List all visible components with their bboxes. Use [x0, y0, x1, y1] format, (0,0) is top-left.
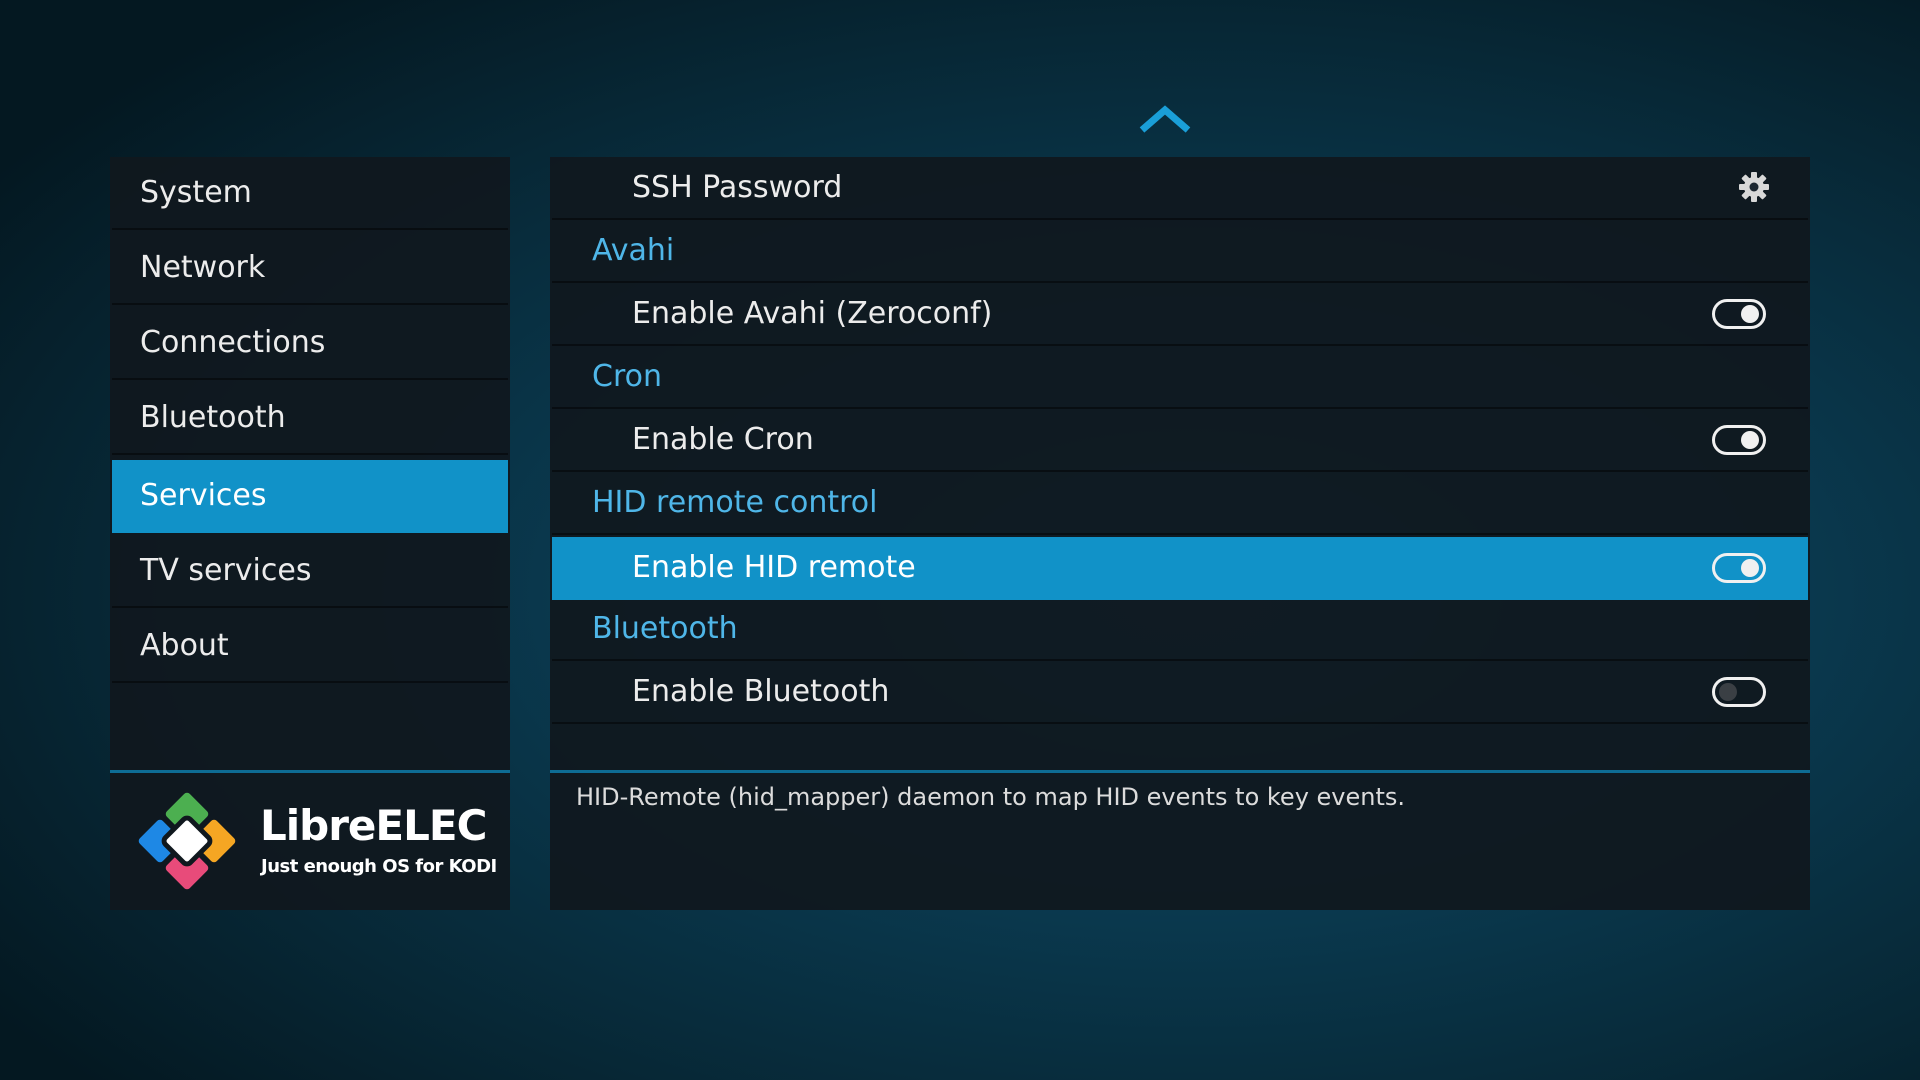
menu-item-label: Bluetooth [140, 400, 286, 435]
menu-item-label: About [140, 628, 229, 663]
enable-bluetooth-row[interactable]: Enable Bluetooth [552, 661, 1808, 724]
enable-cron-toggle[interactable] [1712, 425, 1766, 455]
enable-hid-remote-label: Enable HID remote [632, 550, 916, 585]
menu-item-label: TV services [140, 553, 312, 588]
enable-bluetooth-label: Enable Bluetooth [632, 674, 890, 709]
menu-item-network[interactable]: Network [112, 232, 508, 305]
enable-bluetooth-toggle[interactable] [1712, 677, 1766, 707]
settings-panel: SSH Password Avahi Enable Avahi (Zerocon… [550, 157, 1810, 770]
logo-title: LibreELEC [260, 801, 487, 850]
enable-cron-label: Enable Cron [632, 422, 814, 457]
menu-item-label: System [140, 175, 252, 210]
gear-icon[interactable] [1738, 171, 1770, 203]
menu-item-system[interactable]: System [112, 157, 508, 230]
description-area: HID-Remote (hid_mapper) daemon to map HI… [550, 773, 1810, 910]
enable-avahi-toggle[interactable] [1712, 299, 1766, 329]
ssh-password-label: SSH Password [632, 170, 843, 205]
section-header-label: Bluetooth [592, 611, 738, 646]
ssh-password-row[interactable]: SSH Password [552, 157, 1808, 220]
enable-hid-remote-toggle[interactable] [1712, 553, 1766, 583]
menu-item-bluetooth[interactable]: Bluetooth [112, 382, 508, 455]
menu-item-label: Network [140, 250, 266, 285]
menu-item-tv-services[interactable]: TV services [112, 535, 508, 608]
toggle-knob [1741, 559, 1759, 577]
scroll-up-chevron-icon[interactable] [1138, 104, 1192, 134]
menu-item-services[interactable]: Services [112, 460, 508, 533]
toggle-knob [1719, 683, 1737, 701]
enable-hid-remote-row[interactable]: Enable HID remote [552, 537, 1808, 600]
hid-section-header: HID remote control [552, 472, 1808, 535]
logo-subtitle: Just enough OS for KODI [261, 856, 497, 877]
section-header-label: Cron [592, 359, 662, 394]
enable-cron-row[interactable]: Enable Cron [552, 409, 1808, 472]
toggle-knob [1741, 431, 1759, 449]
enable-avahi-label: Enable Avahi (Zeroconf) [632, 296, 993, 331]
settings-menu: System Network Connections Bluetooth Ser… [110, 157, 510, 770]
menu-item-connections[interactable]: Connections [112, 307, 508, 380]
toggle-knob [1741, 305, 1759, 323]
cron-section-header: Cron [552, 346, 1808, 409]
menu-item-label: Services [140, 478, 267, 513]
section-header-label: Avahi [592, 233, 675, 268]
sidebar: System Network Connections Bluetooth Ser… [110, 157, 510, 910]
menu-item-about[interactable]: About [112, 610, 508, 683]
logo-area: LibreELEC Just enough OS for KODI [110, 773, 510, 910]
menu-item-label: Connections [140, 325, 326, 360]
avahi-section-header: Avahi [552, 220, 1808, 283]
section-header-label: HID remote control [592, 485, 878, 520]
libreelec-logo-icon [138, 792, 236, 890]
setting-description: HID-Remote (hid_mapper) daemon to map HI… [576, 783, 1406, 811]
bluetooth-section-header: Bluetooth [552, 598, 1808, 661]
enable-avahi-row[interactable]: Enable Avahi (Zeroconf) [552, 283, 1808, 346]
